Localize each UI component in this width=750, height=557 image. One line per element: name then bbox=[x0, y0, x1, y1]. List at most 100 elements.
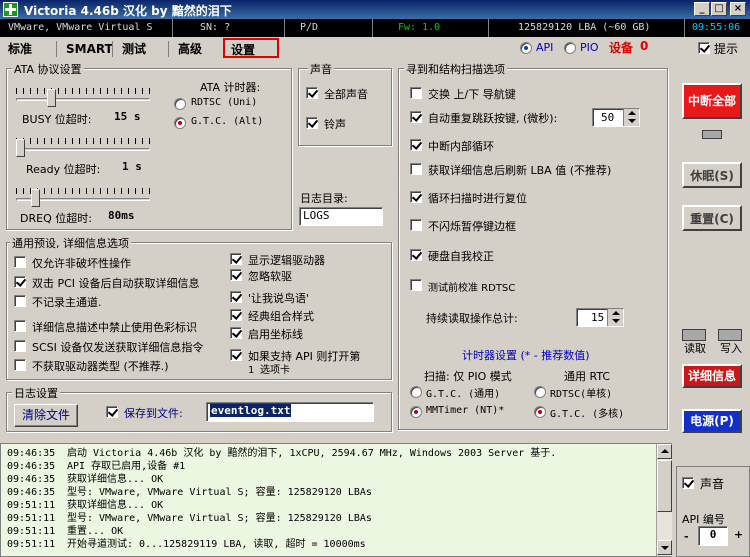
dreq-timeout-label: DREQ 位超时: bbox=[20, 212, 92, 225]
gridlines-label: 启用坐标线 bbox=[248, 328, 303, 341]
no-blink-label: 不闪烁暂停键边框 bbox=[428, 220, 516, 233]
show-logical-label: 显示逻辑驱动器 bbox=[248, 254, 325, 267]
api-first-tab-label-2: 1 选项卡 bbox=[248, 365, 291, 376]
ata-settings-title: ATA 协议设置 bbox=[12, 61, 84, 77]
reset-button[interactable]: 重置(C) bbox=[682, 205, 742, 231]
save-to-file-checkbox[interactable] bbox=[106, 406, 118, 418]
nondestructive-checkbox[interactable] bbox=[14, 256, 26, 268]
ignore-floppy-label: 忽略软驱 bbox=[248, 270, 292, 283]
sound-checkbox[interactable] bbox=[682, 477, 694, 489]
log-dir-label: 日志目录: bbox=[300, 192, 348, 205]
gridlines-checkbox[interactable] bbox=[230, 327, 242, 339]
details-button[interactable]: 详细信息 bbox=[682, 364, 742, 388]
tab-settings[interactable]: 设置 bbox=[223, 38, 279, 58]
hint-checkbox[interactable] bbox=[698, 42, 710, 54]
log-line: 09:51:11 型号: VMware, VMware Virtual S; 容量… bbox=[7, 513, 372, 525]
scroll-up-button[interactable] bbox=[657, 444, 672, 459]
rdtsc-single-radio[interactable] bbox=[534, 386, 546, 398]
ignore-floppy-checkbox[interactable] bbox=[230, 269, 242, 281]
no-master-log-checkbox[interactable] bbox=[14, 295, 26, 307]
no-color-checkbox[interactable] bbox=[14, 320, 26, 332]
minimize-button[interactable]: _ bbox=[694, 2, 710, 16]
spin-buttons[interactable] bbox=[607, 309, 623, 326]
tab-advanced[interactable]: 高级 bbox=[172, 39, 208, 59]
api-radio[interactable] bbox=[520, 42, 532, 54]
spin-down-icon[interactable] bbox=[628, 119, 636, 123]
swap-nav-label: 交换 上/下 导航键 bbox=[428, 88, 516, 101]
sound-label: 声音 bbox=[700, 477, 725, 491]
rdtsc-uni-label: RDTSC (Uni) bbox=[191, 97, 258, 108]
refresh-lba-checkbox[interactable] bbox=[410, 163, 422, 175]
gtc-alt-radio[interactable] bbox=[174, 117, 186, 129]
auto-repeat-value: 50 bbox=[601, 111, 615, 124]
scroll-thumb[interactable] bbox=[657, 460, 672, 512]
log-settings-title: 日志设置 bbox=[12, 385, 60, 401]
no-blink-checkbox[interactable] bbox=[410, 219, 422, 231]
maximize-button[interactable]: □ bbox=[711, 2, 727, 16]
spin-buttons[interactable] bbox=[623, 109, 639, 126]
no-drive-type-checkbox[interactable] bbox=[14, 359, 26, 371]
general-presets-title: 通用预设, 详细信息选项 bbox=[10, 235, 131, 251]
divider bbox=[168, 41, 169, 57]
auto-repeat-checkbox[interactable] bbox=[410, 111, 422, 123]
gtc-multi-radio[interactable] bbox=[534, 406, 546, 418]
log-line: 09:51:11 获取详细信息... OK bbox=[7, 500, 163, 512]
busy-timeout-slider[interactable] bbox=[12, 86, 158, 112]
all-sound-checkbox[interactable] bbox=[306, 87, 318, 99]
tab-test[interactable]: 测试 bbox=[116, 39, 152, 59]
mmtimer-radio[interactable] bbox=[410, 406, 422, 418]
pci-autodetail-checkbox[interactable] bbox=[14, 276, 26, 288]
api-minus-button[interactable]: - bbox=[684, 530, 689, 543]
log-line: 09:46:35 启动 Victoria 4.46b 汉化 by 黯然的泪下, 1… bbox=[7, 448, 556, 460]
bell-checkbox[interactable] bbox=[306, 117, 318, 129]
rdtsc-test-checkbox[interactable] bbox=[410, 279, 422, 291]
log-file-input[interactable]: eventlog.txt bbox=[206, 402, 374, 422]
nondestructive-label: 仅允许非破坏性操作 bbox=[32, 257, 131, 270]
slider-thumb[interactable] bbox=[47, 89, 57, 107]
sleep-button[interactable]: 休眠(S) bbox=[682, 162, 742, 188]
api-first-tab-checkbox[interactable] bbox=[230, 349, 242, 361]
swap-nav-checkbox[interactable] bbox=[410, 87, 422, 99]
selftest-checkbox[interactable] bbox=[410, 249, 422, 261]
event-log[interactable]: 09:46:35 启动 Victoria 4.46b 汉化 by 黯然的泪下, 1… bbox=[0, 443, 672, 557]
log-scrollbar[interactable] bbox=[656, 444, 672, 556]
classic-style-checkbox[interactable] bbox=[230, 309, 242, 321]
dreq-timeout-slider[interactable] bbox=[12, 186, 158, 212]
birdspeak-checkbox[interactable] bbox=[230, 291, 242, 303]
scroll-down-button[interactable] bbox=[657, 540, 672, 555]
auto-repeat-spinner[interactable]: 50 bbox=[592, 108, 640, 127]
api-number-value[interactable]: 0 bbox=[698, 526, 728, 546]
loop-reset-checkbox[interactable] bbox=[410, 191, 422, 203]
api-plus-button[interactable]: + bbox=[734, 528, 743, 541]
log-time: 09:51:11 bbox=[7, 526, 56, 537]
power-button[interactable]: 电源(P) bbox=[682, 409, 742, 433]
tab-standard[interactable]: 标准 bbox=[2, 39, 38, 59]
save-to-file-label: 保存到文件: bbox=[124, 407, 183, 420]
slider-thumb[interactable] bbox=[31, 189, 40, 207]
pio-radio[interactable] bbox=[564, 42, 576, 54]
tab-smart[interactable]: SMART bbox=[60, 39, 119, 59]
write-label: 写入 bbox=[720, 342, 742, 355]
auto-repeat-label: 自动重复跳跃按键, (微秒): bbox=[428, 112, 558, 125]
timer-settings-title: 计时器设置 (* - 推荐数值) bbox=[462, 349, 590, 362]
show-logical-checkbox[interactable] bbox=[230, 253, 242, 265]
clear-file-button[interactable]: 清除文件 bbox=[14, 404, 78, 427]
slider-track bbox=[16, 148, 150, 151]
app-icon bbox=[3, 2, 18, 17]
log-line: 09:46:35 型号: VMware, VMware Virtual S; 容量… bbox=[7, 487, 372, 499]
spin-up-icon[interactable] bbox=[612, 311, 620, 315]
slider-thumb[interactable] bbox=[16, 139, 25, 157]
total-reads-spinner[interactable]: 15 bbox=[576, 308, 624, 327]
stop-all-button[interactable]: 中断全部 bbox=[682, 83, 742, 119]
spin-up-icon[interactable] bbox=[628, 111, 636, 115]
gtc-general-radio[interactable] bbox=[410, 386, 422, 398]
spin-down-icon[interactable] bbox=[612, 319, 620, 323]
busy-timeout-label: BUSY 位超时: bbox=[22, 113, 92, 126]
log-time: 09:51:11 bbox=[7, 513, 56, 524]
rdtsc-uni-radio[interactable] bbox=[174, 98, 186, 110]
close-button[interactable]: × bbox=[730, 2, 746, 16]
ready-timeout-slider[interactable] bbox=[12, 136, 158, 162]
scsi-detail-checkbox[interactable] bbox=[14, 340, 26, 352]
log-dir-input[interactable]: LOGS bbox=[299, 207, 383, 226]
internal-loop-checkbox[interactable] bbox=[410, 139, 422, 151]
